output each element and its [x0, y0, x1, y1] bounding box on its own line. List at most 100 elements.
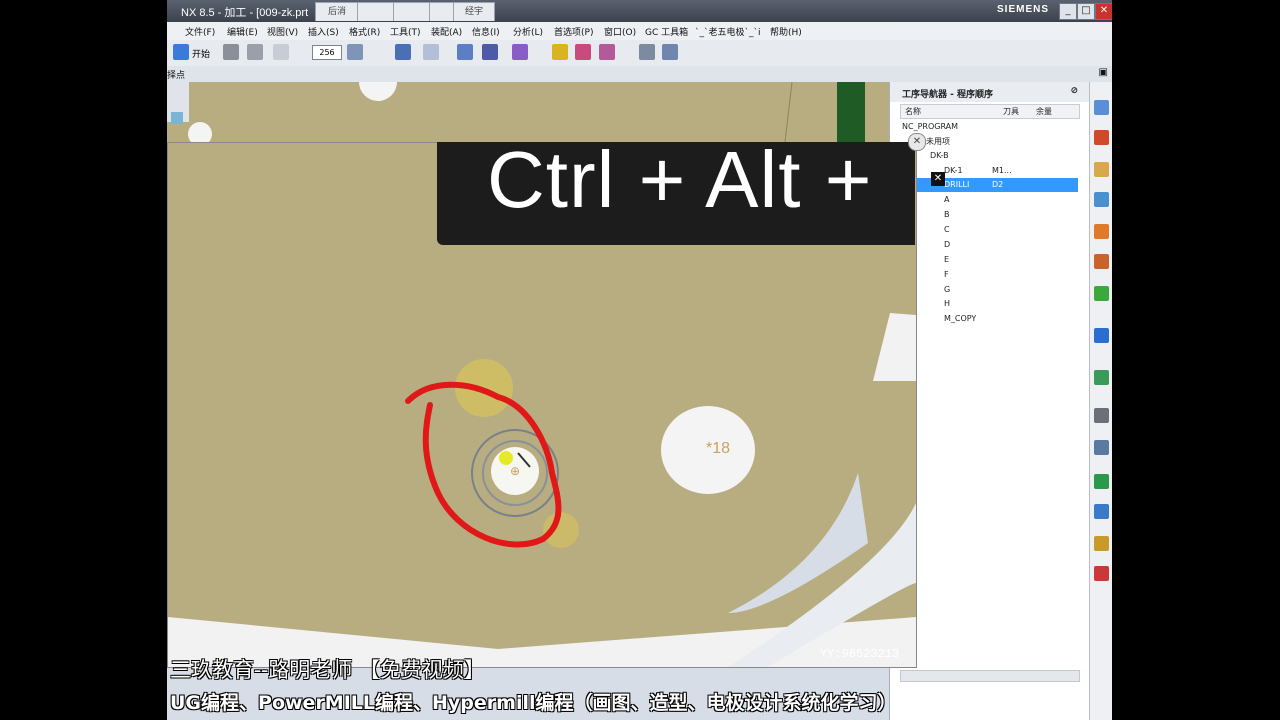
grid-icon[interactable]	[639, 44, 655, 60]
left-letterbox	[0, 0, 167, 720]
selection-bar: 择点 ▣	[167, 66, 1112, 82]
machine-icon[interactable]	[1094, 130, 1109, 145]
part-icon[interactable]	[1094, 224, 1109, 239]
col-name[interactable]: 名称	[905, 106, 921, 117]
start-label[interactable]: 开始	[192, 47, 210, 60]
right-letterbox	[1112, 0, 1280, 720]
cube-icon[interactable]	[171, 112, 183, 124]
nav-row-root[interactable]: NC_PROGRAM	[900, 120, 1078, 134]
menu-gc-toolbox[interactable]: GC 工具箱	[645, 25, 688, 38]
undo-icon[interactable]	[273, 44, 289, 60]
close-button[interactable]: ✕	[1095, 3, 1112, 20]
key-combo-text: Ctrl + Alt +	[487, 142, 873, 224]
menu-assembly[interactable]: 装配(A)	[431, 25, 462, 38]
web-icon[interactable]	[1094, 328, 1109, 343]
col-tool[interactable]: 刀具	[1003, 106, 1019, 117]
assembly-nav-icon[interactable]	[1094, 254, 1109, 269]
panel-menu-icon[interactable]: ▣	[1099, 67, 1108, 78]
chart-icon[interactable]	[1094, 474, 1109, 489]
menu-format[interactable]: 格式(R)	[349, 25, 380, 38]
menu-electrode[interactable]: `_`老五电极`_`i	[695, 25, 761, 38]
hole-label: *18	[706, 440, 730, 457]
menu-help[interactable]: 帮助(H)	[770, 25, 802, 38]
caption-line-1: 三玖教育--路明老师 【免费视频】	[170, 658, 485, 682]
nav-row-m-copy[interactable]: M_COPY	[900, 312, 1078, 326]
resource-toolbar	[1089, 82, 1112, 720]
nav-row-b[interactable]: B	[900, 208, 1078, 222]
menu-view[interactable]: 视图(V)	[267, 25, 298, 38]
navigator-icon[interactable]	[1094, 100, 1109, 115]
text-icon[interactable]	[482, 44, 498, 60]
history-icon[interactable]	[1094, 286, 1109, 301]
pin-icon[interactable]: ⊘	[1070, 86, 1078, 96]
menu-preferences[interactable]: 首选项(P)	[554, 25, 593, 38]
lock-icon[interactable]	[552, 44, 568, 60]
layer-icon[interactable]	[347, 44, 363, 60]
nav-row-d[interactable]: D	[900, 238, 1078, 252]
shade-icon[interactable]	[423, 44, 439, 60]
title-bar: NX 8.5 - 加工 - [009-zk.prt （ 后消 经宇 SIEMEN…	[167, 0, 1112, 22]
zoom-select[interactable]: 256	[312, 45, 342, 60]
navigator-header: 工序导航器 - 程序顺序 ⊘	[890, 82, 1090, 102]
selection-label: 择点	[167, 71, 186, 81]
tool-icon[interactable]	[1094, 504, 1109, 519]
menu-tools[interactable]: 工具(T)	[390, 25, 421, 38]
new-icon[interactable]	[223, 44, 239, 60]
background-model	[167, 81, 892, 146]
nav-row-a[interactable]: A	[900, 193, 1078, 207]
menu-analysis[interactable]: 分析(L)	[513, 25, 543, 38]
menu-window[interactable]: 窗口(O)	[604, 25, 636, 38]
nav-row-g[interactable]: G	[900, 283, 1078, 297]
people-icon[interactable]	[1094, 536, 1109, 551]
menu-info[interactable]: 信息(I)	[472, 25, 500, 38]
tab-2[interactable]	[357, 2, 395, 21]
maximize-button[interactable]: □	[1077, 3, 1095, 20]
nav-row-unused[interactable]: 未用项	[900, 134, 1078, 148]
menu-edit[interactable]: 编辑(E)	[227, 25, 258, 38]
tab-1[interactable]: 后消	[315, 2, 359, 21]
caption-line-2: UG编程、PowerMILL编程、Hypermill编程（画图、造型、电极设计系…	[170, 692, 897, 714]
start-icon[interactable]	[173, 44, 189, 60]
nav-row-e[interactable]: E	[900, 253, 1078, 267]
tab-3[interactable]	[393, 2, 431, 21]
nav-row-drill[interactable]: DRILLI D2	[900, 178, 1078, 192]
watermark-id: YY:96523213	[820, 647, 900, 661]
hole-center-mark: ⊕	[510, 464, 520, 478]
menu-insert[interactable]: 插入(S)	[308, 25, 339, 38]
resource-bar	[167, 82, 189, 124]
palette-icon[interactable]	[1094, 440, 1109, 455]
table-icon[interactable]	[457, 44, 473, 60]
dialog-close-icon[interactable]: ✕	[931, 172, 945, 186]
filter-icon[interactable]	[575, 44, 591, 60]
navigator-scrollbar[interactable]	[900, 670, 1080, 682]
geometry-icon[interactable]	[1094, 162, 1109, 177]
nav-row-f[interactable]: F	[900, 268, 1078, 282]
render-icon[interactable]	[395, 44, 411, 60]
operation-navigator: 工序导航器 - 程序顺序 ⊘ 名称 刀具 余量 NC_PROGRAM 未用项 ⊘…	[889, 82, 1090, 720]
graphics-area[interactable]	[167, 81, 892, 146]
col-stock[interactable]: 余量	[1036, 106, 1052, 117]
window-title: NX 8.5 - 加工 - [009-zk.prt （	[181, 7, 323, 19]
key-combo-overlay: Ctrl + Alt +	[437, 142, 915, 245]
navigator-title: 工序导航器 - 程序顺序	[902, 90, 994, 100]
method-icon[interactable]	[1094, 192, 1109, 207]
siemens-logo: SIEMENS	[997, 4, 1050, 15]
nav-row-h[interactable]: H	[900, 297, 1078, 311]
nav-row-dk-1[interactable]: DK-1 M1...	[900, 164, 1078, 178]
menu-bar: 文件(F) 编辑(E) 视图(V) 插入(S) 格式(R) 工具(T) 装配(A…	[167, 22, 1112, 40]
nav-row-dk-b[interactable]: ⊘ DK-B	[900, 149, 1078, 163]
menu-file[interactable]: 文件(F)	[185, 25, 215, 38]
tab-5[interactable]: 经宇	[453, 2, 495, 21]
snap-icon[interactable]	[599, 44, 615, 60]
assembly-icon[interactable]	[512, 44, 528, 60]
nav-row-c[interactable]: C	[900, 223, 1078, 237]
close-icon[interactable]: ✕	[908, 133, 926, 151]
clock-icon[interactable]	[1094, 408, 1109, 423]
print-icon[interactable]	[1094, 566, 1109, 581]
role-icon[interactable]	[1094, 370, 1109, 385]
navigator-columns: 名称 刀具 余量	[900, 104, 1080, 119]
zoom-icon[interactable]	[662, 44, 678, 60]
minimize-button[interactable]: _	[1059, 3, 1077, 20]
main-toolbar: 开始 256	[167, 40, 1112, 67]
save-icon[interactable]	[247, 44, 263, 60]
